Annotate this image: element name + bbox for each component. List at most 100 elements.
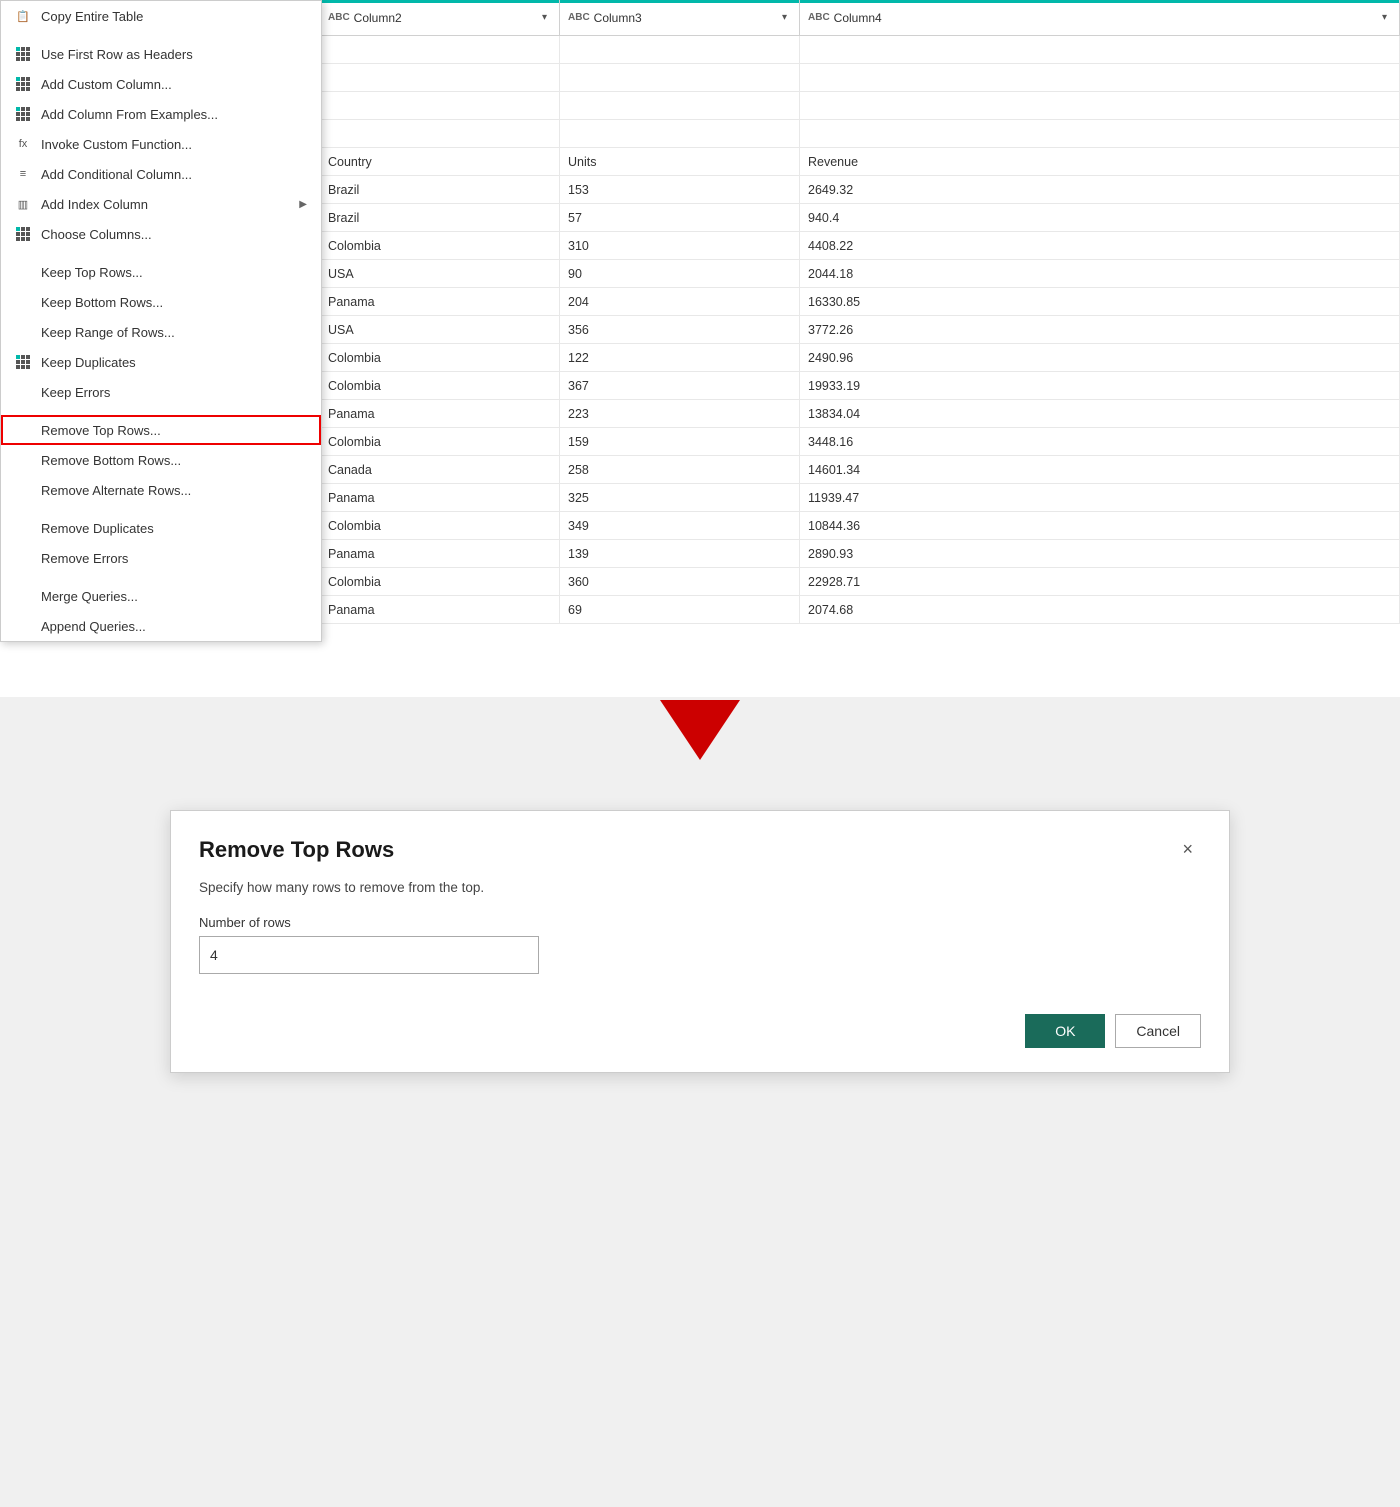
menu-item-header[interactable]: Use First Row as Headers (1, 39, 321, 69)
dialog-header: Remove Top Rows × (171, 811, 1229, 872)
row-col3-cell: 367 (560, 372, 800, 399)
row-col2-cell: Colombia (320, 372, 560, 399)
dialog-overlay: Remove Top Rows × Specify how many rows … (0, 800, 1400, 1507)
row-col2-cell: Colombia (320, 344, 560, 371)
row-col2-cell (320, 92, 560, 119)
row-col2-cell: Panama (320, 596, 560, 623)
menu-item-label: Add Index Column (41, 197, 299, 212)
row-col2-cell: USA (320, 316, 560, 343)
submenu-arrow-icon: ▶ (299, 199, 307, 210)
remove-bottom-icon (11, 450, 35, 470)
row-col2-cell: Panama (320, 288, 560, 315)
menu-item-label: Append Queries... (41, 619, 307, 634)
menu-item-keep-err[interactable]: Keep Errors (1, 377, 321, 407)
menu-item-label: Invoke Custom Function... (41, 137, 307, 152)
examples-col-icon (11, 104, 35, 124)
row-col4-cell: 22928.71 (800, 568, 1400, 595)
row-col2-cell: Panama (320, 540, 560, 567)
menu-item-label: Choose Columns... (41, 227, 307, 242)
row-col3-cell (560, 64, 800, 91)
cancel-button[interactable]: Cancel (1115, 1014, 1201, 1048)
row-col3-cell: 153 (560, 176, 800, 203)
menu-divider (1, 31, 321, 39)
menu-item-remove-top[interactable]: Remove Top Rows... (1, 415, 321, 445)
copy-icon: 📋 (11, 6, 35, 26)
row-col3-cell: 122 (560, 344, 800, 371)
row-col3-cell: 356 (560, 316, 800, 343)
menu-item-label: Keep Errors (41, 385, 307, 400)
dialog-footer: OK Cancel (171, 998, 1229, 1072)
menu-item-merge[interactable]: Merge Queries... (1, 581, 321, 611)
menu-item-keep-dup[interactable]: Keep Duplicates (1, 347, 321, 377)
remove-err-icon (11, 548, 35, 568)
merge-icon (11, 586, 35, 606)
conditional-icon: ≡ (11, 164, 35, 184)
col3-dropdown-btn[interactable]: ▾ (778, 10, 791, 25)
row-col3-cell: 69 (560, 596, 800, 623)
menu-item-choose-col[interactable]: Choose Columns... (1, 219, 321, 249)
menu-item-examples-col[interactable]: Add Column From Examples... (1, 99, 321, 129)
menu-item-keep-top[interactable]: Keep Top Rows... (1, 257, 321, 287)
number-of-rows-label: Number of rows (199, 915, 1201, 930)
row-col3-cell: 159 (560, 428, 800, 455)
row-col2-cell (320, 36, 560, 63)
row-col3-cell: 57 (560, 204, 800, 231)
row-col3-cell: 223 (560, 400, 800, 427)
keep-err-icon (11, 382, 35, 402)
menu-item-label: Remove Errors (41, 551, 307, 566)
custom-col-icon (11, 74, 35, 94)
menu-item-keep-range[interactable]: Keep Range of Rows... (1, 317, 321, 347)
menu-item-label: Remove Duplicates (41, 521, 307, 536)
menu-item-keep-bottom[interactable]: Keep Bottom Rows... (1, 287, 321, 317)
row-col4-cell: 2649.32 (800, 176, 1400, 203)
menu-item-index-col[interactable]: ▥ Add Index Column▶ (1, 189, 321, 219)
row-col4-cell: 3448.16 (800, 428, 1400, 455)
row-col3-cell: 90 (560, 260, 800, 287)
row-col4-cell: 14601.34 (800, 456, 1400, 483)
menu-item-label: Copy Entire Table (41, 9, 307, 24)
dialog-close-button[interactable]: × (1174, 835, 1201, 864)
menu-item-append[interactable]: Append Queries... (1, 611, 321, 641)
remove-top-icon (11, 420, 35, 440)
row-col4-cell: 2490.96 (800, 344, 1400, 371)
row-col2-cell: Colombia (320, 568, 560, 595)
menu-item-label: Add Custom Column... (41, 77, 307, 92)
choose-col-icon (11, 224, 35, 244)
row-col4-cell: 3772.26 (800, 316, 1400, 343)
menu-item-remove-bottom[interactable]: Remove Bottom Rows... (1, 445, 321, 475)
remove-alt-icon (11, 480, 35, 500)
menu-item-remove-dup[interactable]: Remove Duplicates (1, 513, 321, 543)
menu-item-remove-alt[interactable]: Remove Alternate Rows... (1, 475, 321, 505)
menu-item-label: Merge Queries... (41, 589, 307, 604)
col4-header[interactable]: ABC Column4 ▾ (800, 0, 1400, 35)
menu-item-label: Keep Duplicates (41, 355, 307, 370)
index-col-icon: ▥ (11, 194, 35, 214)
menu-item-label: Add Column From Examples... (41, 107, 307, 122)
menu-item-label: Keep Bottom Rows... (41, 295, 307, 310)
remove-dup-icon (11, 518, 35, 538)
col2-name: Column2 (354, 11, 538, 25)
row-col4-cell (800, 36, 1400, 63)
menu-item-function[interactable]: fxInvoke Custom Function... (1, 129, 321, 159)
col2-dropdown-btn[interactable]: ▾ (538, 10, 551, 25)
keep-top-icon (11, 262, 35, 282)
col4-dropdown-btn[interactable]: ▾ (1378, 10, 1391, 25)
col2-header[interactable]: ABC Column2 ▾ (320, 0, 560, 35)
row-col4-cell: 4408.22 (800, 232, 1400, 259)
menu-item-remove-err[interactable]: Remove Errors (1, 543, 321, 573)
menu-item-custom-col[interactable]: Add Custom Column... (1, 69, 321, 99)
menu-item-label: Keep Range of Rows... (41, 325, 307, 340)
col3-header[interactable]: ABC Column3 ▾ (560, 0, 800, 35)
row-col4-cell: 940.4 (800, 204, 1400, 231)
number-of-rows-input[interactable] (199, 936, 539, 974)
row-col2-cell: Brazil (320, 204, 560, 231)
menu-item-conditional[interactable]: ≡Add Conditional Column... (1, 159, 321, 189)
col4-type-icon: ABC (808, 12, 830, 23)
menu-divider (1, 249, 321, 257)
arrow-down-icon (660, 700, 740, 760)
row-col2-cell: Colombia (320, 428, 560, 455)
menu-item-copy[interactable]: 📋 Copy Entire Table (1, 1, 321, 31)
row-col3-cell: 139 (560, 540, 800, 567)
ok-button[interactable]: OK (1025, 1014, 1105, 1048)
row-col4-cell (800, 120, 1400, 147)
